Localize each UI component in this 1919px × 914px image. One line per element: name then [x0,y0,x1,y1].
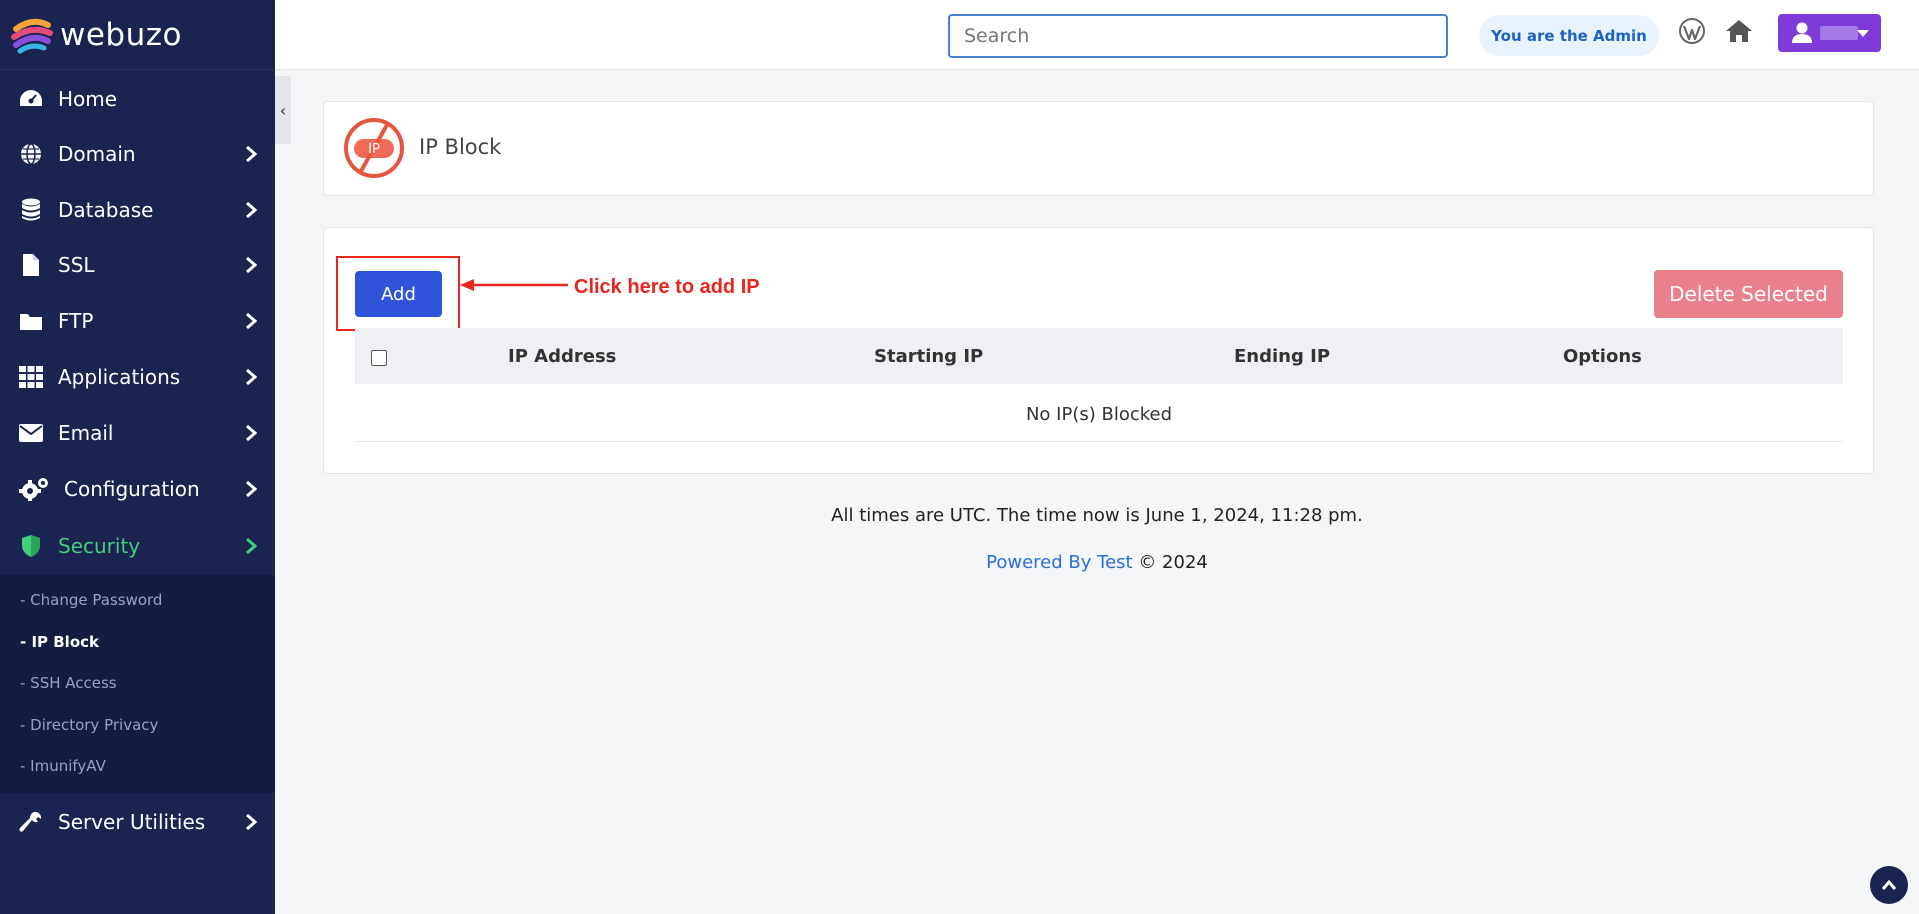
chevron-right-icon [246,480,257,498]
page-header-card: IP IP Block [323,101,1874,196]
table-row: No IP(s) Blocked [355,384,1843,442]
shield-icon [18,534,44,558]
caret-down-icon [1857,30,1869,37]
ip-block-panel: Add Click here to add IP Delete Selected… [323,227,1874,474]
column-header-ending-ip[interactable]: Ending IP [1234,346,1330,367]
gears-icon [18,477,50,501]
sidebar-item-label: Security [58,534,141,558]
delete-selected-button[interactable]: Delete Selected [1654,270,1843,318]
sidebar-item-email[interactable]: Email [0,408,275,458]
sidebar-item-label: SSL [58,253,95,277]
submenu-item-ssh-access[interactable]: - SSH Access [20,674,117,692]
sidebar-item-label: Database [58,198,154,222]
copyright-text: © 2024 [1138,552,1208,573]
sidebar-item-server-utilities[interactable]: Server Utilities [0,797,275,847]
sidebar-item-configuration[interactable]: Configuration [0,464,275,514]
webuzo-logo-icon [11,18,53,53]
sidebar-item-label: Applications [58,365,181,389]
annotation-text: Click here to add IP [574,276,760,298]
chevron-up-icon [1881,879,1897,890]
sidebar-collapse-toggle[interactable]: ‹ [275,76,291,144]
chevron-right-icon [246,813,257,831]
user-name-redacted [1820,26,1858,40]
database-icon [18,198,44,222]
sidebar-item-label: Domain [58,142,136,166]
submenu-item-change-password[interactable]: - Change Password [20,591,162,609]
table-header: IP Address Starting IP Ending IP Options [355,328,1843,384]
submenu-item-directory-privacy[interactable]: - Directory Privacy [20,716,158,734]
sidebar-item-label: FTP [58,309,94,333]
sidebar-item-label: Email [58,421,114,445]
footer: Powered By Test © 2024 [275,552,1919,573]
column-header-options: Options [1563,346,1642,367]
server-time-note: All times are UTC. The time now is June … [831,505,1363,526]
wordpress-icon[interactable] [1679,18,1705,44]
sidebar: webuzo Home Domain Database SSL FTP Appl… [0,0,275,914]
svg-text:IP: IP [368,142,380,157]
submenu-item-imunifyav[interactable]: - ImunifyAV [20,757,106,775]
security-submenu: - Change Password - IP Block - SSH Acces… [0,575,275,793]
chevron-right-icon [246,145,257,163]
folder-icon [18,309,44,333]
chevron-right-icon [246,256,257,274]
chevron-right-icon [246,312,257,330]
admin-badge[interactable]: You are the Admin [1479,15,1659,56]
sidebar-item-ssl[interactable]: SSL [0,240,275,290]
chevron-left-icon: ‹ [279,100,287,120]
scroll-to-top-button[interactable] [1870,866,1908,904]
annotation-arrow-icon [460,279,568,291]
top-bar: You are the Admin [275,0,1919,70]
chevron-right-icon [246,368,257,386]
add-ip-button[interactable]: Add [355,271,442,317]
chevron-right-icon [246,201,257,219]
column-header-starting-ip[interactable]: Starting IP [874,346,983,367]
user-menu-button[interactable] [1778,14,1881,52]
chevron-right-icon [246,424,257,442]
sidebar-item-label: Server Utilities [58,810,206,834]
sidebar-item-home[interactable]: Home [0,74,275,124]
submenu-item-ip-block[interactable]: - IP Block [20,633,99,651]
ip-block-icon: IP [344,118,404,178]
search-input[interactable] [948,14,1448,58]
column-header-ip-address[interactable]: IP Address [508,346,616,367]
select-all-checkbox[interactable] [371,350,387,366]
sidebar-item-label: Configuration [64,477,200,501]
page-title: IP Block [419,135,502,159]
sidebar-item-domain[interactable]: Domain [0,129,275,179]
grid-icon [18,365,44,389]
logo-text: webuzo [60,16,182,53]
sidebar-item-security[interactable]: Security [0,521,275,571]
powered-by-link[interactable]: Powered By Test [986,552,1132,573]
sidebar-item-ftp[interactable]: FTP [0,296,275,346]
user-icon [1792,22,1812,43]
home-icon[interactable] [1725,18,1753,44]
sidebar-item-database[interactable]: Database [0,185,275,235]
dashboard-icon [18,87,44,111]
logo[interactable]: webuzo [0,0,275,70]
envelope-icon [18,421,44,445]
sidebar-item-applications[interactable]: Applications [0,352,275,402]
wrench-icon [18,810,44,834]
file-icon [18,253,44,277]
globe-icon [18,142,44,166]
sidebar-item-label: Home [58,87,118,111]
chevron-right-icon [246,537,257,555]
empty-table-message: No IP(s) Blocked [1025,404,1173,425]
